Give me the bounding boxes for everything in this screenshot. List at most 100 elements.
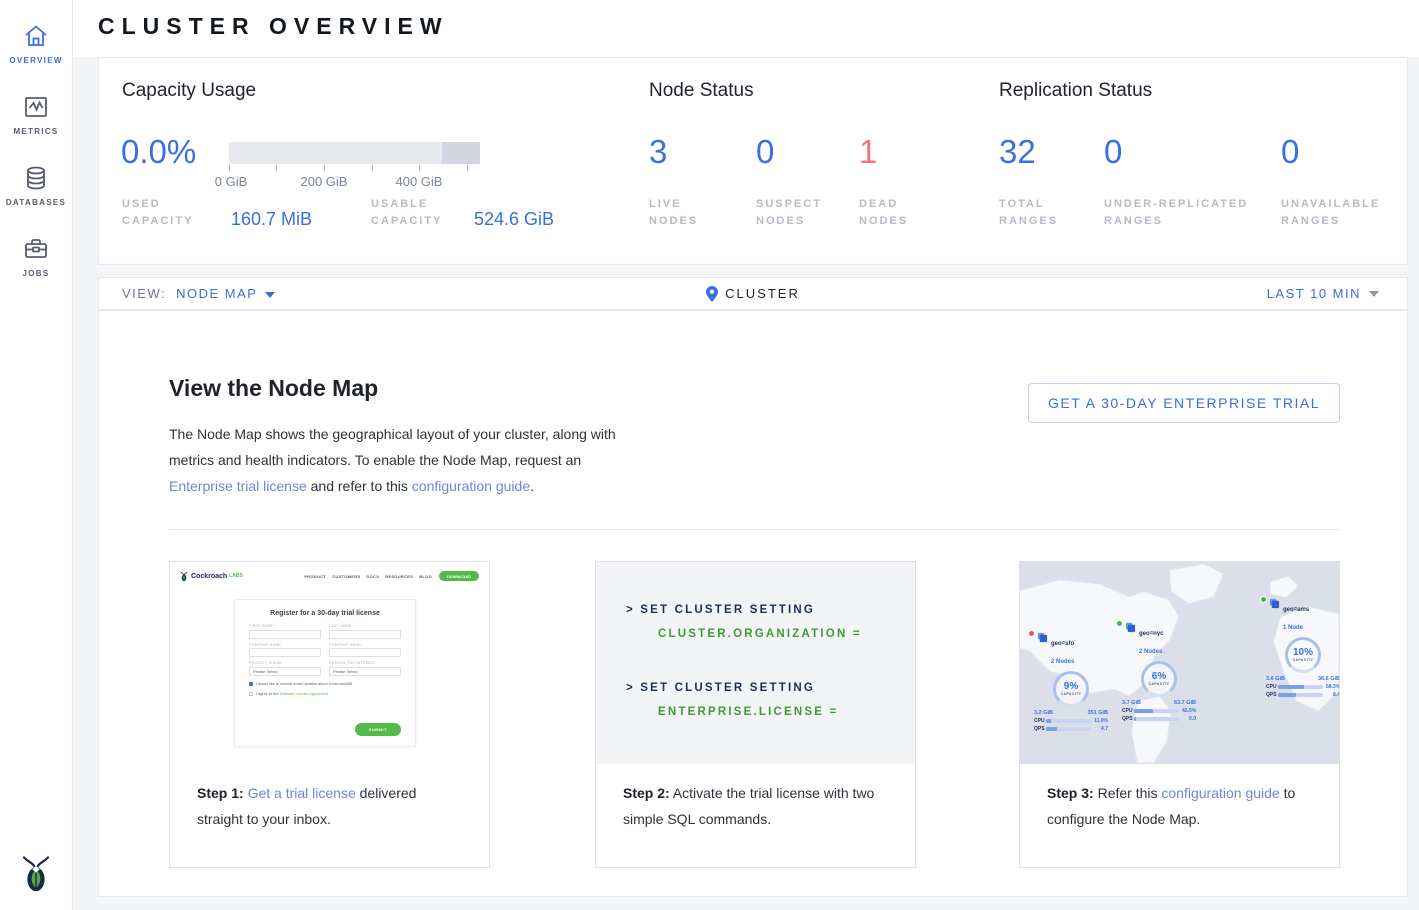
briefcase-icon	[22, 235, 50, 263]
select-input: Please Select	[249, 667, 321, 676]
step-label: Step 1:	[197, 785, 244, 801]
map-locale-sfo: geo=sfo2 Nodes 9% CAPACITY 3.2 GiB351 Gi…	[1028, 632, 1114, 732]
capacity-usage-title: Capacity Usage	[122, 80, 256, 102]
cpu-bar	[1046, 719, 1091, 723]
total-ranges-label: TOTAL RANGES	[999, 196, 1079, 230]
qps-value: 8.4	[1326, 692, 1339, 698]
axis-label: 200 GiB	[301, 174, 348, 189]
chevron-down-icon	[1369, 291, 1379, 297]
usable-capacity-value: 524.6 GiB	[474, 209, 554, 230]
sidebar-item-overview[interactable]: OVERVIEW	[0, 22, 72, 65]
field-label: COMPANY EMAIL	[329, 643, 401, 647]
step-3-caption: Step 3: Refer this configuration guide t…	[1020, 764, 1339, 867]
brand-name: Cockroach	[191, 573, 227, 580]
capacity-gauge: 9% CAPACITY	[1053, 671, 1089, 707]
license-agreement-link: Software License Agreement.	[279, 692, 329, 696]
sql-line: > SET CLUSTER SETTING	[626, 682, 815, 694]
view-selector-bar: VIEW: NODE MAP CLUSTER LAST 10 MIN	[98, 277, 1408, 310]
qps-value: 0.0	[1182, 716, 1196, 722]
used-capacity: 3.6 GiB	[1266, 676, 1285, 682]
cockroachdb-logo	[0, 854, 72, 894]
cockroachdb-logo-icon	[180, 571, 188, 582]
sidebar-item-databases[interactable]: DATABASES	[0, 164, 72, 207]
top-header: CLUSTER OVERVIEW	[73, 0, 1419, 57]
cluster-summary-panel: Capacity Usage 0.0% 0 GiB 200 GiB 400 Gi…	[98, 57, 1408, 265]
field-label: LAST NAME	[329, 624, 401, 628]
total-capacity: 63.7 GiB	[1174, 700, 1196, 706]
dead-nodes-label: DEAD NODES	[859, 196, 939, 230]
configuration-guide-link[interactable]: configuration guide	[412, 478, 530, 494]
usable-capacity-label: USABLE CAPACITY	[371, 196, 461, 230]
unavailable-ranges-value: 0	[1281, 133, 1299, 171]
sidebar-item-metrics[interactable]: METRICS	[0, 93, 72, 136]
qps-bar	[1278, 693, 1323, 697]
qps-label: QPS	[1266, 692, 1278, 698]
live-node-status-icon	[1116, 620, 1123, 627]
breadcrumb-cluster[interactable]: CLUSTER	[725, 286, 800, 301]
enterprise-trial-license-link[interactable]: Enterprise trial license	[169, 478, 307, 494]
sql-commands-snippet: > SET CLUSTER SETTING CLUSTER.ORGANIZATI…	[596, 562, 915, 764]
field-label: COMPANY NAME	[249, 643, 321, 647]
step-2-card: > SET CLUSTER SETTING CLUSTER.ORGANIZATI…	[595, 561, 916, 868]
database-icon	[22, 164, 50, 192]
qps-value: 4.7	[1094, 726, 1108, 732]
description-text: The Node Map shows the geographical layo…	[169, 426, 616, 468]
dead-node-status-icon	[1028, 630, 1035, 637]
node-map-heading: View the Node Map	[169, 375, 378, 402]
sql-line: > SET CLUSTER SETTING	[626, 604, 815, 616]
configuration-guide-link[interactable]: configuration guide	[1161, 785, 1279, 801]
locale-name: geo=nyc	[1139, 631, 1164, 637]
node-map-panel: View the Node Map The Node Map shows the…	[98, 310, 1408, 897]
used-capacity: 3.7 GiB	[1122, 700, 1141, 706]
caption-text: Refer this	[1094, 785, 1162, 801]
page-title: CLUSTER OVERVIEW	[98, 13, 449, 40]
field-label: REASON FOR INTEREST	[329, 661, 401, 665]
sidebar-item-label: METRICS	[13, 127, 58, 136]
sidebar-item-label: OVERVIEW	[9, 56, 62, 65]
section-divider	[169, 529, 1340, 530]
step-label: Step 2:	[623, 785, 670, 801]
step-1-caption: Step 1: Get a trial license delivered st…	[170, 764, 489, 867]
main-area: CLUSTER OVERVIEW Capacity Usage 0.0% 0 G…	[73, 0, 1419, 910]
live-nodes-value: 3	[649, 133, 667, 171]
description-text: .	[530, 478, 534, 494]
step-label: Step 3:	[1047, 785, 1094, 801]
live-node-status-icon	[1260, 596, 1267, 603]
sidebar-item-jobs[interactable]: JOBS	[0, 235, 72, 278]
capacity-percent: 6%	[1152, 672, 1166, 682]
node-stack-icon	[1125, 622, 1136, 633]
node-status-title: Node Status	[649, 80, 754, 102]
time-range-dropdown[interactable]: LAST 10 MIN	[1267, 286, 1379, 301]
cpu-label: CPU	[1266, 684, 1278, 690]
cpu-label: CPU	[1034, 718, 1046, 724]
capacity-gauge: 10% CAPACITY	[1285, 637, 1321, 673]
capacity-percent: 0.0%	[121, 133, 196, 171]
site-nav: PRODUCT CUSTOMERS DOCS RESOURCES BLOG	[304, 574, 432, 579]
dead-nodes-value: 1	[859, 133, 877, 171]
map-locale-ams: geo=ams1 Node 10% CAPACITY 3.6 GiB36.6 G…	[1260, 598, 1339, 698]
trial-license-site-thumbnail: Cockroach LABS PRODUCT CUSTOMERS DOCS RE…	[170, 562, 489, 764]
axis-tick	[467, 165, 468, 171]
nav-item: RESOURCES	[385, 574, 413, 579]
form-title: Register for a 30-day trial license	[249, 610, 401, 617]
checkbox-label: I agree to the Software License Agreemen…	[256, 692, 329, 696]
checkbox-checked	[249, 682, 253, 686]
cpu-label: CPU	[1122, 708, 1134, 714]
axis-tick	[276, 165, 277, 171]
step-2-caption: Step 2: Activate the trial license with …	[596, 764, 915, 867]
description-text: and refer to this	[307, 478, 412, 494]
home-icon	[22, 22, 50, 50]
axis-tick	[229, 165, 230, 171]
enterprise-trial-button[interactable]: GET A 30-DAY ENTERPRISE TRIAL	[1028, 383, 1340, 423]
capacity-bar-reserved-segment	[442, 142, 480, 164]
get-trial-license-link[interactable]: Get a trial license	[248, 785, 356, 801]
sidebar-item-label: DATABASES	[6, 198, 66, 207]
capacity-label: CAPACITY	[1293, 658, 1314, 662]
unavailable-ranges-label: UNAVAILABLE RANGES	[1281, 196, 1391, 230]
used-capacity-label: USED CAPACITY	[122, 196, 212, 230]
brand-suffix: LABS	[229, 573, 243, 579]
qps-bar	[1046, 727, 1091, 731]
locale-node-count: 1 Node	[1283, 625, 1303, 631]
cpu-bar	[1278, 685, 1323, 689]
axis-tick	[372, 165, 373, 171]
